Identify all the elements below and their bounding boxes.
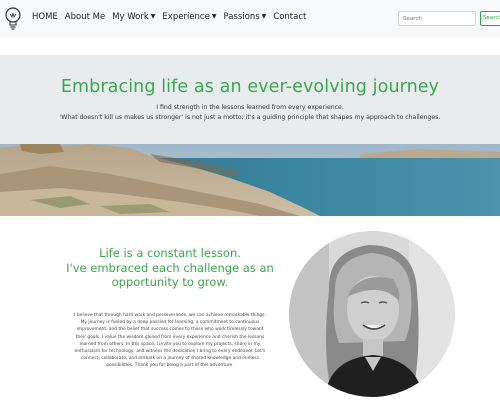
nav-item-label: About Me <box>64 12 106 22</box>
hero-motto: 'What doesn't kill us makes us stronger'… <box>59 114 441 121</box>
bio-line: connect, collaborate, and embark on a jo… <box>80 356 259 362</box>
bio-line: possibilities. Thank you for being a par… <box>106 363 234 369</box>
nav-item-experience[interactable]: Experience ▼ <box>162 12 216 22</box>
nav-item-about-me[interactable]: About Me <box>65 12 105 22</box>
coastline-illustration <box>0 144 500 216</box>
nav-item-label: HOME <box>32 12 58 22</box>
nav-item-contact[interactable]: Contact <box>273 12 306 22</box>
caret-down-icon: ▼ <box>150 13 156 20</box>
hero-subtitle: I find strength in the lessons learned f… <box>156 104 344 111</box>
nav-item-label: My Work <box>112 12 149 22</box>
lightbulb-icon[interactable] <box>4 4 22 34</box>
navbar: HOME About Me My Work ▼ Experience ▼ Passi… <box>0 0 500 38</box>
search-input[interactable] <box>398 11 476 26</box>
nav-item-passions[interactable]: Passions ▼ <box>223 12 266 22</box>
hero-jumbotron: Embracing life as an ever-evolving journ… <box>0 55 500 144</box>
caret-down-icon: ▼ <box>211 13 217 20</box>
about-heading-line: Life is a constant lesson. <box>99 246 241 260</box>
profile-photo <box>289 231 455 397</box>
portrait-illustration <box>289 231 455 397</box>
bio-line: I believe that through hard work and per… <box>74 313 266 318</box>
nav-menu: HOME About Me My Work ▼ Experience ▼ Passi… <box>32 12 306 22</box>
bio-line: learned from others. In this space, I in… <box>79 341 261 347</box>
hero-title: Embracing life as an ever-evolving journ… <box>60 77 440 97</box>
about-heading: Life is a constant lesson. I've embraced… <box>40 246 300 290</box>
coastline-banner-image <box>0 144 500 216</box>
bio-line: their goals. I value the wisdom gained f… <box>75 334 265 340</box>
about-heading-line: opportunity to grow. <box>111 275 229 289</box>
nav-item-home[interactable]: HOME <box>32 12 58 22</box>
nav-item-my-work[interactable]: My Work ▼ <box>112 12 155 22</box>
nav-item-label: Experience <box>162 12 210 22</box>
bio-line: My journey is fueled by a deep passion f… <box>80 320 260 326</box>
bio-line: enthusiasm for technology, and witness t… <box>74 349 266 355</box>
about-bio: I believe that through hard work and per… <box>42 312 298 370</box>
nav-item-label: Passions <box>223 12 260 22</box>
nav-item-label: Contact <box>273 12 307 22</box>
search-button[interactable]: Search <box>480 11 500 26</box>
caret-down-icon: ▼ <box>261 13 267 20</box>
bio-line: improvement, and the belief that success… <box>76 327 264 333</box>
about-heading-line: I've embraced each challenge as an <box>66 260 274 275</box>
